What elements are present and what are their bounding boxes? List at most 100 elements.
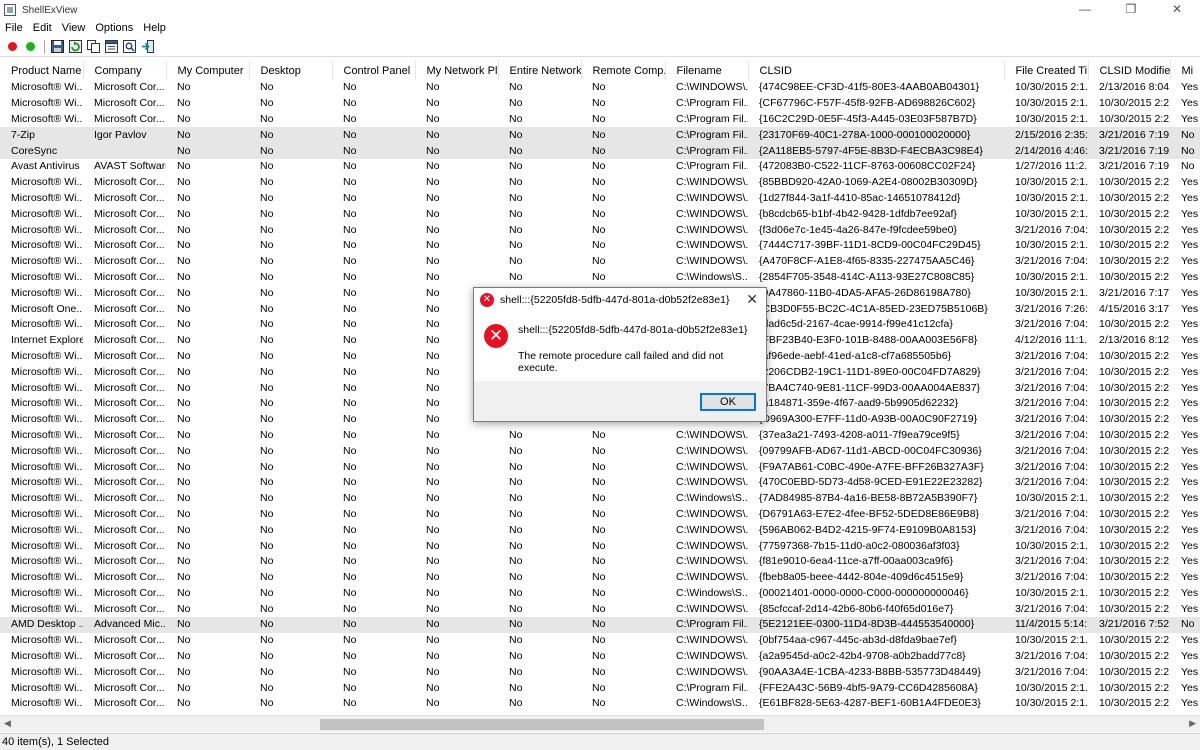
- table-row[interactable]: CoreSync No No No No No No C:\Program Fil... {2A…: [0, 143, 1200, 159]
- table-cell: No: [343, 318, 357, 331]
- scroll-right-icon[interactable]: ▶: [1189, 718, 1196, 729]
- table-cell: {2206CDB2-19C1-11D1-89E0-00C04FD7A829}: [759, 365, 981, 378]
- table-row[interactable]: Microsoft® Wi... Microsoft Cor... No No No No…: [0, 238, 1200, 254]
- table-row[interactable]: 7-Zip Igor Pavlov No No No No No No C:\Program F…: [0, 127, 1200, 144]
- dialog-message-error: The remote procedure call failed and did…: [518, 350, 724, 374]
- table-row[interactable]: Microsoft® Wi... Microsoft Cor... No No No No…: [0, 586, 1200, 602]
- table-row[interactable]: Microsoft® Wi... Microsoft Cor... No No No No…: [0, 664, 1200, 680]
- table-row[interactable]: Microsoft® Wi... Microsoft Cor... No No No No…: [0, 633, 1200, 649]
- table-row[interactable]: Microsoft® Wi... Microsoft Cor... No No No No…: [0, 570, 1200, 586]
- table-cell: No: [343, 239, 357, 252]
- table-row[interactable]: Microsoft® Wi... Microsoft Cor... No No No No…: [0, 206, 1200, 222]
- table-cell: No: [592, 602, 606, 615]
- properties-button[interactable]: [103, 39, 119, 55]
- table-row[interactable]: Microsoft® Wi... Microsoft Cor... No No No No…: [0, 507, 1200, 523]
- col-company[interactable]: Company: [83, 61, 167, 80]
- table-cell: 10/30/2015 2:1...: [1015, 286, 1088, 299]
- col-my-network-places[interactable]: My Network Pl...: [415, 61, 499, 80]
- table-cell: No: [343, 349, 357, 362]
- col-entire-network[interactable]: Entire Network: [498, 61, 582, 80]
- table-cell: {16C2C29D-0E5F-45f3-A445-03E03F587B7D}: [759, 112, 977, 125]
- table-cell: No: [177, 571, 191, 584]
- copy-button[interactable]: [85, 39, 101, 55]
- col-file-created-time[interactable]: File Created Ti...: [1004, 61, 1089, 80]
- table-row[interactable]: Microsoft® Wi... Microsoft Cor... No No No No…: [0, 254, 1200, 270]
- table-cell: Microsoft® Wi...: [11, 349, 83, 362]
- table-row[interactable]: Microsoft® Wi... Microsoft Cor... No No No No…: [0, 601, 1200, 617]
- find-button[interactable]: [121, 39, 137, 55]
- table-row[interactable]: Microsoft® Wi... Microsoft Cor... No No No No…: [0, 522, 1200, 538]
- table-row[interactable]: Microsoft® Wi... Microsoft Cor... No No No No…: [0, 222, 1200, 238]
- table-cell: Microsoft® Wi...: [11, 460, 83, 473]
- table-cell: No: [509, 602, 523, 615]
- table-cell: 3/21/2016 7:04:...: [1015, 650, 1088, 663]
- table-row[interactable]: Microsoft® Wi... Microsoft Cor... No No No No…: [0, 459, 1200, 475]
- col-desktop[interactable]: Desktop: [249, 61, 333, 80]
- scrollbar-thumb[interactable]: [320, 719, 764, 730]
- table-cell: {FFE2A43C-56B9-4bf5-9A79-CC6D4285608A}: [759, 681, 978, 694]
- minimize-button[interactable]: —: [1062, 0, 1108, 20]
- table-row[interactable]: Microsoft® Wi... Microsoft Cor... No No No No…: [0, 80, 1200, 96]
- table-row[interactable]: Microsoft® Wi... Microsoft Cor... No No No No…: [0, 270, 1200, 286]
- exit-button[interactable]: [139, 39, 155, 55]
- col-product-name[interactable]: Product Name: [0, 61, 84, 80]
- maximize-button[interactable]: ❐: [1108, 0, 1154, 20]
- table-row[interactable]: Microsoft® Wi... Microsoft Cor... No No No No…: [0, 112, 1200, 128]
- table-cell: 10/30/2015 2:2...: [1099, 681, 1170, 694]
- table-cell: No: [592, 634, 606, 647]
- table-cell: Yes: [1181, 381, 1199, 394]
- table-row[interactable]: Microsoft® Wi... Microsoft Cor... No No No No…: [0, 191, 1200, 207]
- col-clsid[interactable]: CLSID: [748, 61, 1005, 80]
- table-row[interactable]: Microsoft® Wi... Microsoft Cor... No No No No…: [0, 475, 1200, 491]
- table-cell: Microsoft® Wi...: [11, 681, 83, 694]
- table-cell: C:\WINDOWS\...: [676, 444, 748, 457]
- table-row[interactable]: Microsoft® Wi... Microsoft Cor... No No No No…: [0, 175, 1200, 191]
- table-cell: No: [509, 270, 523, 283]
- table-cell: C:\WINDOWS\...: [676, 191, 748, 204]
- table-row[interactable]: Avast Antivirus AVAST Software No No No No No N…: [0, 159, 1200, 175]
- table-row[interactable]: Microsoft® Wi... Microsoft Cor... No No No No…: [0, 96, 1200, 112]
- menu-view[interactable]: View: [57, 22, 91, 34]
- table-cell: No: [426, 112, 440, 125]
- refresh-button[interactable]: [67, 39, 83, 55]
- menu-edit[interactable]: Edit: [28, 22, 57, 34]
- col-filename[interactable]: Filename: [665, 61, 749, 80]
- col-clsid-modified[interactable]: CLSID Modifie...: [1088, 61, 1171, 80]
- col-my-computer[interactable]: My Computer: [166, 61, 250, 80]
- table-cell: Microsoft Cor...: [94, 112, 165, 125]
- table-row[interactable]: Microsoft® Wi... Microsoft Cor... No No No No…: [0, 538, 1200, 554]
- col-microsoft[interactable]: Mi: [1170, 61, 1200, 80]
- menu-file[interactable]: File: [0, 22, 28, 34]
- table-cell: No: [426, 476, 440, 489]
- table-row[interactable]: Microsoft® Wi... Microsoft Cor... No No No No…: [0, 554, 1200, 570]
- table-row[interactable]: Microsoft® Wi... Microsoft Cor... No No No No…: [0, 443, 1200, 459]
- scroll-left-icon[interactable]: ◀: [4, 718, 11, 729]
- table-cell: 3/21/2016 7:04:...: [1015, 428, 1088, 441]
- table-row[interactable]: Microsoft® Wi... Microsoft Cor... No No No No…: [0, 680, 1200, 696]
- close-button[interactable]: ✕: [1154, 0, 1200, 20]
- table-row[interactable]: Microsoft® Wi... Microsoft Cor... No No No No…: [0, 428, 1200, 444]
- table-cell: No: [260, 681, 274, 694]
- table-cell: No: [592, 97, 606, 110]
- table-cell: No: [177, 681, 191, 694]
- col-remote-computer[interactable]: Remote Comp...: [581, 61, 666, 80]
- ok-button[interactable]: OK: [700, 393, 756, 411]
- menu-options[interactable]: Options: [90, 22, 138, 34]
- table-cell: No: [592, 555, 606, 568]
- table-cell: No: [260, 318, 274, 331]
- save-button[interactable]: [49, 39, 65, 55]
- disable-button[interactable]: [4, 39, 20, 55]
- error-small-icon: ✕: [480, 293, 494, 307]
- table-row[interactable]: Microsoft® Wi... Microsoft Cor... No No No No…: [0, 696, 1200, 712]
- table-cell: No: [260, 460, 274, 473]
- enable-button[interactable]: [22, 39, 38, 55]
- table-row[interactable]: Microsoft® Wi... Microsoft Cor... No No No No…: [0, 649, 1200, 665]
- menu-help[interactable]: Help: [138, 22, 171, 34]
- table-row[interactable]: Microsoft® Wi... Microsoft Cor... No No No No…: [0, 491, 1200, 507]
- table-cell: 10/30/2015 2:2...: [1099, 428, 1170, 441]
- col-control-panel[interactable]: Control Panel: [332, 61, 416, 80]
- table-cell: No: [177, 255, 191, 268]
- table-row[interactable]: AMD Desktop ... Advanced Mic... No No No No No…: [0, 617, 1200, 633]
- dialog-close-button[interactable]: ✕: [746, 291, 758, 308]
- horizontal-scrollbar[interactable]: ◀ ▶: [0, 715, 1200, 732]
